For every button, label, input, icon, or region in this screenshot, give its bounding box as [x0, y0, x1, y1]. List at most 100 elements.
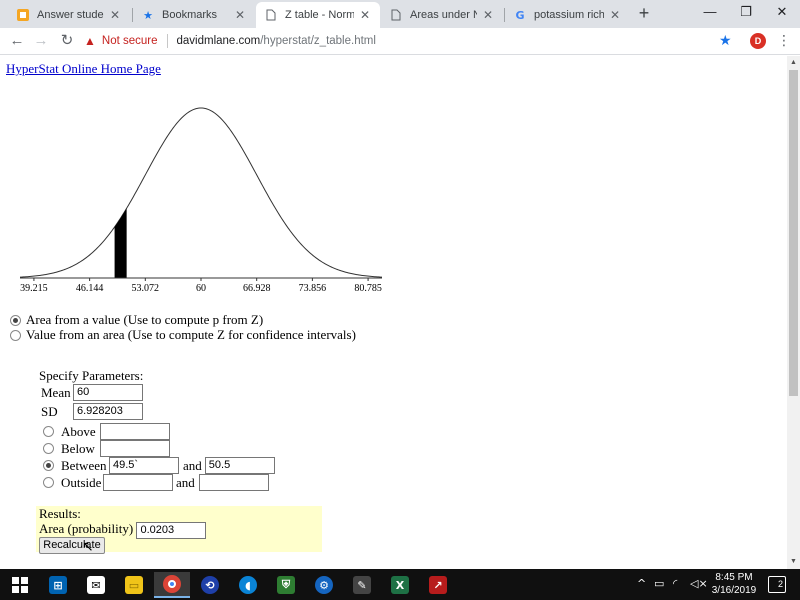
taskbar-skype[interactable]: ◖: [230, 572, 266, 598]
between-high-input[interactable]: 50.5: [204, 457, 275, 474]
recalculate-button[interactable]: Recalculate: [39, 537, 105, 554]
address-bar[interactable]: ▲ Not secure davidmlane.com/hyperstat/z_…: [84, 30, 744, 52]
taskbar-excel[interactable]: X: [382, 572, 418, 598]
chegg-icon: [16, 8, 30, 22]
chrome-icon: [163, 575, 181, 593]
between-label: Between: [61, 457, 107, 473]
home-link[interactable]: HyperStat Online Home Page: [6, 61, 161, 77]
outside-low-input[interactable]: [103, 474, 173, 491]
radio-outside[interactable]: [43, 477, 54, 488]
tick-label: 39.215: [20, 283, 48, 294]
url-path: /hyperstat/z_table.html: [260, 35, 376, 47]
radio-below[interactable]: [43, 443, 54, 454]
outside-high-input[interactable]: [198, 474, 269, 491]
page-icon: [389, 8, 403, 22]
mode-area-from-value[interactable]: Area from a value (Use to compute p from…: [10, 312, 263, 328]
taskbar-chrome[interactable]: [154, 572, 190, 598]
security-indicator[interactable]: Not secure: [102, 35, 158, 47]
mean-input[interactable]: 60: [73, 384, 143, 401]
sd-label: SD: [41, 403, 58, 419]
sd-input[interactable]: 6.928203: [73, 403, 143, 420]
outside-label: Outside: [61, 474, 102, 490]
tab-areas-under-normal[interactable]: Areas under Norm ✕: [381, 2, 503, 28]
taskbar-store[interactable]: ⊞: [40, 572, 76, 598]
taskbar-pen-app[interactable]: ✎: [344, 572, 380, 598]
radio-area-from-value[interactable]: [10, 314, 21, 326]
menu-kebab-icon[interactable]: ⋮: [777, 32, 791, 48]
normal-curve-chart: 39.215 46.144 53.072 60 66.928 73.856 80.785: [19, 107, 383, 294]
scroll-down-icon[interactable]: ▼: [789, 557, 798, 567]
below-label: Below: [61, 440, 95, 456]
and-label: and: [183, 457, 202, 473]
close-icon[interactable]: ✕: [233, 8, 247, 22]
tab-bookmarks[interactable]: ★ Bookmarks ✕: [133, 2, 255, 28]
below-input[interactable]: [100, 440, 170, 457]
taskbar-chart-app[interactable]: ↗: [420, 572, 456, 598]
reload-button[interactable]: ↻: [56, 31, 78, 51]
profile-avatar[interactable]: D: [750, 33, 766, 49]
google-icon: G: [515, 8, 525, 22]
tab-z-table[interactable]: Z table - Normal ✕: [256, 2, 380, 28]
scroll-up-icon[interactable]: ▲: [789, 58, 798, 68]
results-panel: Results: Area (probability) 0.0203 Recal…: [36, 506, 322, 554]
gear-icon: ⚙: [315, 576, 333, 594]
shield-icon: ⛨: [277, 576, 295, 594]
taskbar-clock[interactable]: 8:45 PM 3/16/2019: [706, 571, 762, 597]
tick-label: 46.144: [76, 283, 104, 294]
taskbar-shield-app[interactable]: ⛨: [268, 572, 304, 598]
close-icon[interactable]: ✕: [358, 8, 372, 22]
mail-icon: ✉: [87, 576, 105, 594]
outside-row: Outside and: [43, 474, 269, 491]
chart-icon: ↗: [429, 576, 447, 594]
normal-curve: [19, 107, 383, 278]
tab-strip: Answer students' ✕ ★ Bookmarks ✕ Z table…: [0, 0, 800, 28]
area-label: Area (probability): [39, 521, 134, 536]
url-host: davidmlane.com: [176, 35, 261, 47]
tab-potassium[interactable]: G potassium rich fo ✕: [505, 2, 630, 28]
start-button[interactable]: [2, 572, 38, 598]
battery-icon[interactable]: ▭: [654, 577, 664, 590]
bookmark-star-icon[interactable]: ★: [719, 32, 732, 49]
tab-answer-students[interactable]: Answer students' ✕: [8, 2, 130, 28]
scroll-thumb[interactable]: [789, 70, 798, 396]
back-button[interactable]: ←: [6, 31, 28, 51]
page-icon: [264, 8, 278, 22]
folder-icon: ▭: [125, 576, 143, 594]
close-window-button[interactable]: ✕: [764, 2, 800, 24]
tray-chevron-icon[interactable]: ^: [637, 577, 646, 590]
taskbar-explorer[interactable]: ▭: [116, 572, 152, 598]
radio-above[interactable]: [43, 426, 54, 437]
tick-label: 53.072: [132, 283, 160, 294]
swirl-icon: ⟲: [201, 576, 219, 594]
restore-button[interactable]: ❐: [728, 2, 764, 24]
notification-center-icon[interactable]: 2: [768, 576, 786, 593]
mode-label: Area from a value (Use to compute p from…: [26, 312, 264, 327]
params-title: Specify Parameters:: [39, 368, 144, 383]
clock-date: 3/16/2019: [711, 585, 757, 596]
clock-time: 8:45 PM: [715, 572, 753, 583]
windows-icon: [12, 577, 28, 593]
wifi-icon[interactable]: ◜: [673, 577, 677, 590]
close-icon[interactable]: ✕: [481, 8, 495, 22]
and-label: and: [176, 474, 195, 490]
mean-label: Mean: [41, 384, 71, 400]
above-input[interactable]: [100, 423, 170, 440]
taskbar-app-blue[interactable]: ⟲: [192, 572, 228, 598]
tick-label: 73.856: [299, 283, 327, 294]
taskbar-gear-app[interactable]: ⚙: [306, 572, 342, 598]
radio-between[interactable]: [43, 460, 54, 471]
tab-label: potassium rich fo: [534, 9, 604, 21]
omnibox-divider: [166, 34, 168, 48]
taskbar-mail[interactable]: ✉: [78, 572, 114, 598]
area-output[interactable]: 0.0203: [136, 521, 207, 539]
between-low-input[interactable]: 49.5`: [109, 457, 179, 474]
page-scrollbar[interactable]: ▲ ▼: [787, 56, 800, 569]
minimize-button[interactable]: —: [692, 2, 728, 24]
close-icon[interactable]: ✕: [608, 8, 622, 22]
browser-toolbar: ← → ↻ ▲ Not secure davidmlane.com/hypers…: [0, 28, 800, 55]
close-icon[interactable]: ✕: [108, 8, 122, 22]
new-tab-button[interactable]: +: [634, 4, 654, 24]
forward-button[interactable]: →: [30, 31, 52, 51]
radio-value-from-area[interactable]: [10, 329, 21, 341]
mode-value-from-area[interactable]: Value from an area (Use to compute Z for…: [10, 327, 356, 343]
